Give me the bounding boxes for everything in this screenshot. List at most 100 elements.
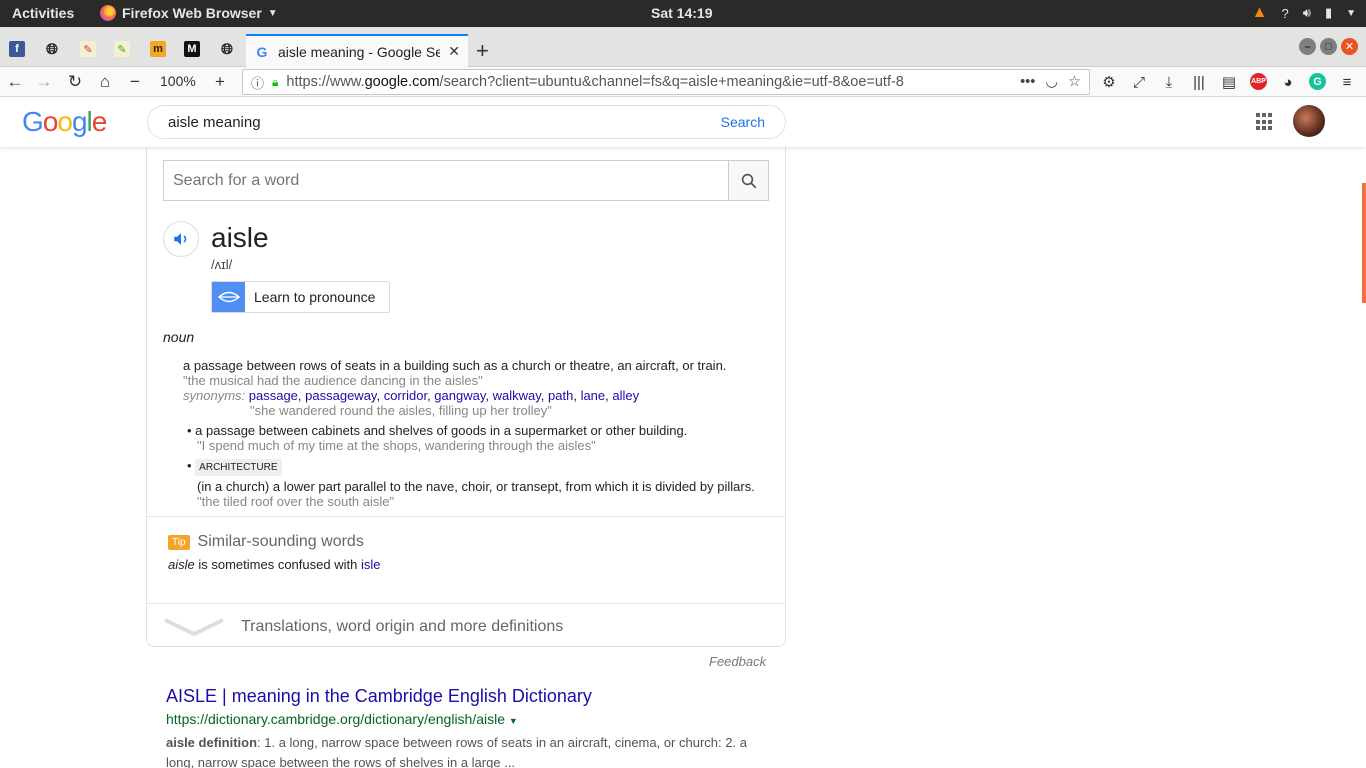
pinned-tab-medium[interactable]: M (178, 35, 206, 63)
pinned-tab-globe-2[interactable]: 🌐︎ (213, 35, 241, 63)
speaker-icon (174, 233, 187, 245)
adblock-icon[interactable]: ABP (1250, 73, 1267, 90)
domain-tag: ARCHITECTURE (195, 459, 282, 476)
zoom-level[interactable]: 100% (160, 73, 196, 89)
chevron-down-icon: ▼ (267, 7, 278, 19)
home-icon[interactable]: ⌂ (94, 71, 116, 93)
synonym-link[interactable]: walkway (493, 388, 541, 403)
url-prefix: https://www. (286, 74, 365, 90)
chevron-down-icon[interactable]: ▼ (1346, 8, 1356, 19)
search-button[interactable]: Search (721, 114, 765, 130)
menu-icon[interactable]: ≡ (1338, 71, 1356, 93)
library-icon[interactable]: ||| (1190, 71, 1208, 93)
pronunciation: /ʌɪl/ (211, 257, 233, 272)
speaker-button[interactable] (163, 221, 199, 257)
zoom-out-icon[interactable]: − (124, 71, 146, 93)
confused-word: aisle (168, 557, 195, 572)
pinned-tab-m[interactable]: m (144, 35, 172, 63)
apps-grid-icon[interactable] (1256, 113, 1274, 131)
navigation-bar: ← → ↻ ⌂ − 100% + ⓘ 🔒︎ https://www.google… (0, 67, 1366, 97)
sidebar-icon[interactable]: ▤ (1220, 71, 1238, 93)
maximize-button[interactable]: □ (1320, 38, 1337, 55)
pinned-tab-globe-1[interactable]: 🌐︎ (38, 35, 66, 63)
learn-to-pronounce-button[interactable]: Learn to pronounce (211, 281, 390, 313)
zoom-in-icon[interactable]: + (209, 71, 231, 93)
tab-strip: f 🌐︎ ✎ ✎ m M 🌐︎ (0, 27, 1366, 67)
info-icon[interactable]: ⓘ (251, 73, 264, 92)
pinned-tab-feedly[interactable]: ✎ (74, 35, 102, 63)
synonym-link[interactable]: passage (249, 388, 298, 403)
avatar[interactable] (1293, 105, 1325, 137)
divider (147, 516, 785, 517)
definition-3: • ARCHITECTURE (in a church) a lower par… (187, 458, 755, 509)
close-window-button[interactable]: ✕ (1341, 38, 1358, 55)
definition-text: a passage between cabinets and shelves o… (195, 423, 688, 438)
app-menu[interactable]: Firefox Web Browser ▼ (100, 5, 278, 21)
page-viewport: Google aisle meaning Search Search for a… (0, 98, 1366, 768)
window-controls: – □ ✕ (1299, 38, 1358, 55)
result-title[interactable]: AISLE | meaning in the Cambridge English… (166, 686, 776, 707)
feedback-link[interactable]: Feedback (709, 654, 766, 669)
grammarly-icon[interactable]: G (1309, 73, 1326, 90)
confused-text: is sometimes confused with (194, 557, 361, 572)
example-text: "I spend much of my time at the shops, w… (197, 438, 596, 453)
definition-2: • a passage between cabinets and shelves… (187, 423, 688, 453)
more-actions-icon[interactable]: ••• (1020, 74, 1035, 90)
pinned-tab-facebook[interactable]: f (3, 35, 31, 63)
gear-icon[interactable]: ⚙ (1100, 71, 1118, 93)
help-icon[interactable]: ? (1282, 6, 1289, 21)
reload-icon[interactable]: ↻ (64, 71, 86, 93)
volume-icon[interactable]: 🔊︎ (1303, 5, 1311, 21)
extension-icon[interactable]: ◕ (1279, 71, 1297, 93)
scrollbar-thumb[interactable] (1362, 183, 1366, 303)
synonym-link[interactable]: lane (581, 388, 606, 403)
google-logo[interactable]: Google (22, 106, 107, 138)
battery-icon[interactable]: ▮ (1325, 5, 1332, 21)
divider (147, 603, 785, 604)
url-bar[interactable]: ⓘ 🔒︎ https://www.google.com/search?clien… (242, 69, 1090, 95)
search-result: AISLE | meaning in the Cambridge English… (166, 686, 776, 768)
synonym-link[interactable]: alley (612, 388, 639, 403)
headword: aisle (211, 222, 269, 253)
synonym-link[interactable]: path (548, 388, 573, 403)
app-name: Firefox Web Browser (122, 5, 262, 21)
system-tray: ▲ ? 🔊︎ ▮ ▼ (1252, 4, 1356, 22)
url-host: google.com (364, 74, 440, 90)
result-url-text: https://dictionary.cambridge.org/diction… (166, 711, 506, 727)
clock[interactable]: Sat 14:19 (651, 5, 712, 21)
word-search-input[interactable]: Search for a word (164, 161, 728, 200)
system-top-bar: Activities Firefox Web Browser ▼ Sat 14:… (0, 0, 1366, 27)
search-icon[interactable] (728, 161, 768, 200)
vlc-icon[interactable]: ▲ (1252, 4, 1268, 22)
more-definitions-button[interactable]: Translations, word origin and more defin… (163, 607, 769, 647)
star-icon[interactable]: ☆ (1068, 74, 1081, 90)
example-text: "the musical had the audience dancing in… (183, 373, 483, 388)
download-icon[interactable]: ⤓ (1160, 71, 1178, 93)
caret-down-icon[interactable]: ▼ (509, 716, 518, 726)
close-icon[interactable]: ✕ (448, 43, 460, 60)
synonym-link[interactable]: gangway (434, 388, 485, 403)
lips-icon (212, 282, 245, 312)
new-tab-button[interactable]: + (476, 38, 489, 64)
forward-arrow-icon[interactable]: → (33, 71, 55, 93)
activities-button[interactable]: Activities (12, 5, 74, 21)
facebook-icon: f (9, 41, 25, 57)
chevron-down-icon (164, 618, 224, 637)
tab-active[interactable]: G aisle meaning - Google Se ✕ (246, 34, 468, 67)
back-arrow-icon[interactable]: ← (4, 71, 26, 93)
synonym-link[interactable]: corridor (384, 388, 427, 403)
minimize-button[interactable]: – (1299, 38, 1316, 55)
url-text[interactable]: https://www.google.com/search?client=ubu… (286, 74, 1012, 90)
pocket-icon[interactable]: ◡ (1045, 74, 1058, 90)
scrollbar[interactable] (1360, 147, 1366, 768)
hm-icon: m (150, 41, 166, 57)
expand-icon[interactable]: ⤢ (1130, 71, 1148, 93)
google-search-box[interactable]: aisle meaning Search (147, 105, 786, 139)
search-query[interactable]: aisle meaning (168, 114, 721, 131)
synonym-link[interactable]: passageway (305, 388, 376, 403)
more-label: Translations, word origin and more defin… (241, 618, 564, 635)
confused-link[interactable]: isle (361, 557, 381, 572)
confused-note: aisle is sometimes confused with isle (168, 557, 380, 572)
pinned-tab-notes[interactable]: ✎ (108, 35, 136, 63)
snippet-bold: aisle definition (166, 735, 258, 750)
